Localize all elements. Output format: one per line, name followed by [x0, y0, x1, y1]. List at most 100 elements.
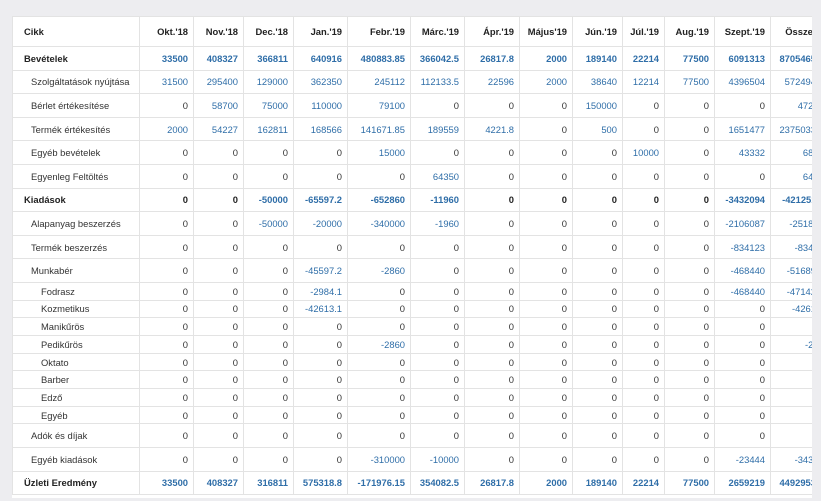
table-cell: 64350 [410, 163, 465, 189]
table-cell: 0 [664, 281, 715, 301]
row-label: Fodrasz [12, 281, 140, 301]
column-header-cikk: Cikk [12, 16, 140, 47]
table-cell: 0 [622, 335, 665, 354]
table-row: Barber0000000000000 [12, 370, 812, 390]
table-cell: 0 [519, 352, 573, 372]
row-label: Edző [12, 388, 140, 407]
table-cell: -20000 [293, 211, 348, 236]
table-cell: 0 [293, 234, 348, 260]
table-cell: 0 [293, 335, 348, 354]
table-cell: 0 [664, 405, 715, 425]
table-cell: 0 [572, 211, 623, 236]
table-cell: 0 [293, 352, 348, 372]
table-cell: 0 [572, 352, 623, 372]
column-header: Febr.'19 [347, 16, 411, 47]
row-label: Oktato [12, 352, 140, 372]
table-cell: 2000 [519, 470, 573, 496]
table-cell: 68332 [770, 140, 812, 165]
table-cell: 0 [193, 187, 244, 213]
table-cell: 0 [347, 423, 411, 449]
table-cell: 0 [139, 258, 194, 283]
table-cell: 64350 [770, 163, 812, 189]
table-cell: 0 [770, 352, 812, 372]
table-cell: -310000 [347, 447, 411, 472]
table-cell: 0 [243, 299, 294, 319]
table-cell: 0 [622, 258, 665, 283]
table-cell: 0 [293, 388, 348, 407]
table-cell: 0 [519, 370, 573, 390]
table-cell: 0 [293, 405, 348, 425]
table-cell: 0 [410, 317, 465, 336]
table-header-row: Cikk Okt.'18 Nov.'18 Dec.'18 Jan.'19 Febr.'19… [12, 16, 812, 47]
table-cell: 0 [770, 317, 812, 336]
table-cell: 0 [464, 187, 520, 213]
table-cell: 1651477 [714, 116, 771, 142]
table-cell: 408327 [193, 46, 244, 71]
table-cell: 0 [664, 140, 715, 165]
table-cell: 0 [243, 281, 294, 301]
table-cell: 0 [193, 281, 244, 301]
table-cell: 22596 [464, 69, 520, 95]
table-cell: 0 [464, 423, 520, 449]
table-cell: 0 [714, 317, 771, 336]
table-cell: -50000 [243, 187, 294, 213]
table-cell: 0 [770, 423, 812, 449]
table-cell: 150000 [572, 93, 623, 118]
table-row: Adók és díjak0000000000000 [12, 423, 812, 449]
table-cell: 0 [139, 187, 194, 213]
table-cell: 0 [347, 299, 411, 319]
table-cell: 0 [714, 352, 771, 372]
table-cell: 0 [572, 234, 623, 260]
table-cell: 0 [572, 299, 623, 319]
table-cell: 0 [664, 317, 715, 336]
table-row: Bérlet értékesítése 0 58700 75000 110000 7910… [12, 93, 812, 118]
table-row: Kiadások 0 0 -50000 -65597.2 -652860 -11960 0 0 0… [12, 187, 812, 213]
table-cell: -65597.2 [293, 187, 348, 213]
table-cell: 0 [243, 234, 294, 260]
table-cell: 0 [410, 140, 465, 165]
table-cell: 26817.8 [464, 470, 520, 496]
table-cell: -3432094 [714, 187, 771, 213]
table-cell: 0 [664, 211, 715, 236]
table-cell: 0 [622, 187, 665, 213]
table-cell: 0 [293, 423, 348, 449]
table-cell: 75000 [243, 93, 294, 118]
table-cell: -2860 [770, 335, 812, 354]
table-cell: 0 [139, 163, 194, 189]
table-cell: 0 [464, 211, 520, 236]
table-cell: 0 [410, 281, 465, 301]
table-cell: 0 [243, 140, 294, 165]
table-cell: 10000 [622, 140, 665, 165]
table-cell: 0 [193, 211, 244, 236]
table-cell: 0 [193, 317, 244, 336]
table-cell: 0 [464, 317, 520, 336]
table-cell: 0 [139, 405, 194, 425]
table-cell: -652860 [347, 187, 411, 213]
row-label: Bérlet értékesítése [12, 93, 140, 118]
table-cell: 0 [139, 317, 194, 336]
table-cell: 0 [664, 352, 715, 372]
table-cell: 0 [464, 335, 520, 354]
table-cell: 0 [193, 405, 244, 425]
table-cell: 316811 [243, 470, 294, 496]
table-cell: 0 [464, 405, 520, 425]
table-cell: 0 [347, 388, 411, 407]
row-label: Termék értékesítés [12, 116, 140, 142]
table-cell: 0 [410, 352, 465, 372]
table-cell: -171976.15 [347, 470, 411, 496]
table-cell: 0 [572, 335, 623, 354]
table-cell: 0 [519, 317, 573, 336]
table-cell: 112133.5 [410, 69, 465, 95]
table-cell: 0 [664, 187, 715, 213]
table-row: Manikűrös0000000000000 [12, 317, 812, 336]
table-cell: 0 [410, 93, 465, 118]
table-cell: 0 [622, 211, 665, 236]
table-cell: 0 [519, 116, 573, 142]
cashflow-table: Cikk Okt.'18 Nov.'18 Dec.'18 Jan.'19 Febr.'19… [12, 16, 812, 496]
table-cell: 26817.8 [464, 46, 520, 71]
table-cell: 575318.8 [293, 470, 348, 496]
table-cell: 0 [519, 163, 573, 189]
table-cell: 0 [243, 447, 294, 472]
table-cell: 2000 [519, 46, 573, 71]
row-label: Adók és díjak [12, 423, 140, 449]
